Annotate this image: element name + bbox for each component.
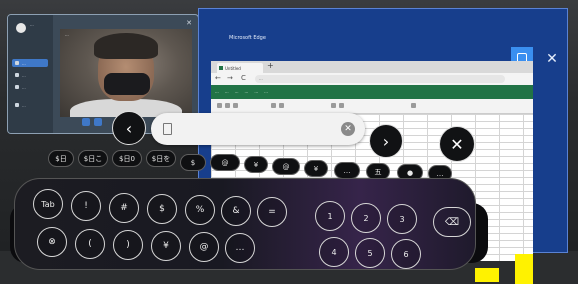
call-nav-item-3[interactable]: ... — [12, 83, 48, 91]
tab-strip: Untitled + — [211, 61, 533, 73]
participant-hair — [94, 33, 158, 59]
address-bar-row: ← → C ... — [211, 73, 533, 85]
forward-button[interactable]: › — [369, 124, 403, 158]
user-avatar[interactable] — [16, 23, 26, 33]
call-nav-item-1[interactable]: ... — [12, 59, 48, 67]
candidate-chip[interactable]: @ — [210, 154, 240, 171]
key-percent[interactable]: % — [185, 195, 215, 225]
chevron-right-icon: › — [382, 131, 390, 151]
browser-tab[interactable]: Untitled — [217, 63, 263, 73]
key-dollar[interactable]: $ — [147, 194, 177, 224]
camera-toggle-button[interactable] — [82, 118, 90, 126]
key-3[interactable]: 3 — [387, 204, 417, 234]
toolbar-icon[interactable] — [225, 103, 230, 108]
candidate-chip[interactable]: $日こ — [78, 150, 108, 167]
key-1[interactable]: 1 — [315, 201, 345, 231]
participant-mask — [104, 73, 150, 95]
refresh-icon[interactable]: C — [241, 74, 246, 82]
toolbar-icon[interactable] — [217, 103, 222, 108]
on-screen-keyboard: Tab ! # $ % & = ⊗ ( ) ¥ @ … 1 2 3 4 5 6 … — [14, 178, 476, 270]
chevron-left-icon: ‹ — [125, 118, 133, 138]
back-button[interactable]: ‹ — [112, 111, 146, 145]
candidate-chip[interactable]: $日を — [146, 150, 176, 167]
browser-tab-title: Untitled — [225, 65, 241, 71]
key-5[interactable]: 5 — [355, 238, 385, 268]
backspace-key[interactable]: ⌫ — [433, 207, 471, 237]
participant-label: ... — [65, 32, 69, 37]
toolbar-icon[interactable] — [411, 103, 416, 108]
key-4[interactable]: 4 — [319, 237, 349, 267]
call-nav-label-2: ... — [22, 72, 26, 78]
candidate-chip[interactable]: @ — [272, 158, 300, 175]
candidate-chip[interactable]: ¥ — [244, 156, 268, 173]
call-close-icon[interactable]: ✕ — [186, 19, 192, 27]
url-field[interactable]: ... — [255, 75, 505, 83]
candidate-chip[interactable]: $日0 — [112, 150, 142, 167]
mic-toggle-button[interactable] — [94, 118, 102, 126]
ribbon-tab-4[interactable]: ... — [244, 89, 248, 94]
forward-arrow-icon[interactable]: → — [227, 74, 233, 82]
call-nav-label-3: ... — [22, 84, 26, 90]
candidate-chip[interactable]: ¥ — [304, 160, 328, 177]
excel-toolbar — [211, 99, 533, 114]
nav-icon — [15, 85, 19, 89]
excel-favicon-icon — [219, 66, 223, 70]
key-cancel[interactable]: ⊗ — [37, 227, 67, 257]
ribbon-tabs: ... ... ... ... ... ... — [215, 89, 268, 94]
highlighted-cell[interactable] — [515, 254, 533, 284]
toolbar-icon[interactable] — [339, 103, 344, 108]
candidate-chip[interactable]: $日 — [48, 150, 74, 167]
close-icon: ✕ — [450, 134, 464, 154]
new-tab-button[interactable]: + — [267, 61, 274, 70]
nav-icon — [15, 73, 19, 77]
call-nav-label-4: ... — [22, 102, 26, 108]
toolbar-icon[interactable] — [331, 103, 336, 108]
nav-icon — [15, 61, 19, 65]
participant-video: ... — [60, 29, 192, 117]
edge-close-button[interactable]: ✕ — [541, 49, 563, 69]
call-nav-label-1: ... — [22, 60, 26, 66]
key-ellipsis[interactable]: … — [225, 233, 255, 263]
candidate-chip[interactable]: … — [334, 162, 360, 179]
key-at[interactable]: @ — [189, 232, 219, 262]
toolbar-icon[interactable] — [271, 103, 276, 108]
key-tab[interactable]: Tab — [33, 189, 63, 219]
highlighted-cell[interactable] — [475, 268, 499, 282]
backspace-icon: ⌫ — [444, 216, 460, 228]
key-yen[interactable]: ¥ — [151, 231, 181, 261]
key-exclamation[interactable]: ! — [71, 191, 101, 221]
edge-title-bar[interactable]: Microsoft Edge — [199, 9, 567, 49]
nav-icon — [15, 103, 19, 107]
ribbon-tab-2[interactable]: ... — [225, 89, 229, 94]
key-ampersand[interactable]: & — [221, 196, 251, 226]
key-left-paren[interactable]: ( — [75, 229, 105, 259]
text-input-bar: ✕ — [151, 113, 365, 147]
ribbon-tab-3[interactable]: ... — [235, 89, 239, 94]
edge-window-title: Microsoft Edge — [229, 35, 266, 41]
call-sidebar: ... ... ... ... ... — [8, 15, 53, 133]
toolbar-icon[interactable] — [279, 103, 284, 108]
call-nav-item-4[interactable]: ... — [12, 101, 48, 109]
candidate-chip[interactable]: $ — [180, 154, 206, 171]
ribbon-tab-6[interactable]: ... — [264, 89, 268, 94]
toolbar-icon[interactable] — [233, 103, 238, 108]
call-user-name: ... — [30, 22, 34, 27]
clear-text-icon[interactable]: ✕ — [341, 122, 355, 136]
close-keyboard-button[interactable]: ✕ — [439, 126, 475, 162]
key-6[interactable]: 6 — [391, 239, 421, 269]
key-equals[interactable]: = — [257, 197, 287, 227]
key-hash[interactable]: # — [109, 193, 139, 223]
clipboard-icon[interactable] — [163, 123, 172, 135]
back-arrow-icon[interactable]: ← — [215, 74, 221, 82]
text-input-field[interactable] — [177, 113, 335, 147]
ribbon-tab-1[interactable]: ... — [215, 89, 219, 94]
call-nav-item-2[interactable]: ... — [12, 71, 48, 79]
excel-ribbon: ... ... ... ... ... ... — [211, 85, 533, 99]
key-right-paren[interactable]: ) — [113, 230, 143, 260]
key-2[interactable]: 2 — [351, 203, 381, 233]
ribbon-tab-5[interactable]: ... — [254, 89, 258, 94]
